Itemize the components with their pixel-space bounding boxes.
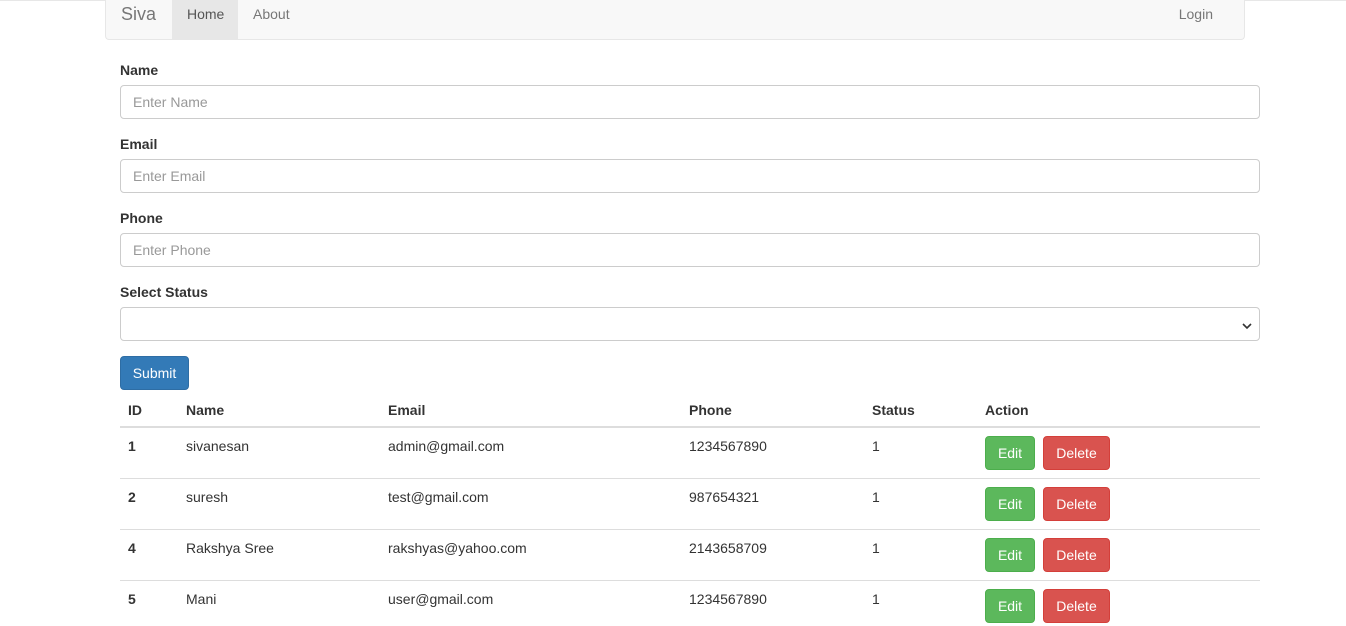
nav-item-login[interactable]: Login	[1164, 0, 1228, 39]
cell-action: Edit Delete	[977, 426, 1260, 479]
status-select-wrapper	[120, 307, 1260, 341]
cell-status: 1	[864, 529, 977, 581]
table-row: 4 Rakshya Sree rakshyas@yahoo.com 214365…	[120, 529, 1260, 581]
cell-name: Rakshya Sree	[178, 529, 380, 581]
table-header-row: ID Name Email Phone Status Action	[120, 390, 1260, 428]
delete-button[interactable]: Delete	[1043, 538, 1110, 572]
delete-button[interactable]: Delete	[1043, 589, 1110, 623]
status-group: Select Status	[120, 282, 1260, 356]
cell-phone: 1234567890	[681, 426, 864, 479]
status-select[interactable]	[120, 307, 1260, 341]
cell-action: Edit Delete	[977, 529, 1260, 581]
navbar: Siva Home About Login	[105, 0, 1245, 40]
header-name: Name	[178, 390, 380, 428]
name-input[interactable]	[120, 85, 1260, 119]
cell-email: test@gmail.com	[380, 478, 681, 530]
email-label: Email	[120, 136, 158, 152]
cell-phone: 1234567890	[681, 580, 864, 626]
cell-status: 1	[864, 478, 977, 530]
table-row: 5 Mani user@gmail.com 1234567890 1 Edit D…	[120, 580, 1260, 626]
edit-button[interactable]: Edit	[985, 487, 1035, 521]
email-group: Email	[120, 134, 1260, 208]
cell-phone: 2143658709	[681, 529, 864, 581]
header-phone: Phone	[681, 390, 864, 428]
header-email: Email	[380, 390, 681, 428]
name-group: Name	[120, 60, 1260, 134]
phone-input[interactable]	[120, 233, 1260, 267]
edit-button[interactable]: Edit	[985, 589, 1035, 623]
cell-action: Edit Delete	[977, 580, 1260, 626]
cell-id: 2	[120, 478, 178, 530]
cell-id: 1	[120, 426, 178, 479]
cell-id: 4	[120, 529, 178, 581]
cell-email: user@gmail.com	[380, 580, 681, 626]
edit-button[interactable]: Edit	[985, 436, 1035, 470]
header-action: Action	[977, 390, 1260, 428]
name-label: Name	[120, 62, 159, 78]
edit-button[interactable]: Edit	[985, 538, 1035, 572]
table-row: 2 suresh test@gmail.com 987654321 1 Edit…	[120, 478, 1260, 530]
table-row: 1 sivanesan admin@gmail.com 1234567890 1…	[120, 426, 1260, 479]
delete-button[interactable]: Delete	[1043, 436, 1110, 470]
email-input[interactable]	[120, 159, 1260, 193]
phone-group: Phone	[120, 208, 1260, 282]
cell-email: admin@gmail.com	[380, 426, 681, 479]
cell-action: Edit Delete	[977, 478, 1260, 530]
navbar-brand[interactable]: Siva	[121, 4, 156, 24]
delete-button[interactable]: Delete	[1043, 487, 1110, 521]
user-form: Name Email Phone Select Status	[120, 60, 1260, 356]
nav-item-about[interactable]: About	[238, 0, 305, 39]
header-status: Status	[864, 390, 977, 428]
status-label: Select Status	[120, 284, 208, 300]
cell-id: 5	[120, 580, 178, 626]
header-id: ID	[120, 390, 178, 428]
cell-status: 1	[864, 426, 977, 479]
cell-status: 1	[864, 580, 977, 626]
cell-name: suresh	[178, 478, 380, 530]
cell-email: rakshyas@yahoo.com	[380, 529, 681, 581]
cell-name: sivanesan	[178, 426, 380, 479]
cell-name: Mani	[178, 580, 380, 626]
chevron-down-icon	[1242, 323, 1252, 330]
nav-item-home[interactable]: Home	[172, 0, 238, 39]
users-table: ID Name Email Phone Status Action 1 siva…	[120, 390, 1260, 626]
cell-phone: 987654321	[681, 478, 864, 530]
phone-label: Phone	[120, 210, 163, 226]
submit-button[interactable]: Submit	[120, 356, 189, 390]
